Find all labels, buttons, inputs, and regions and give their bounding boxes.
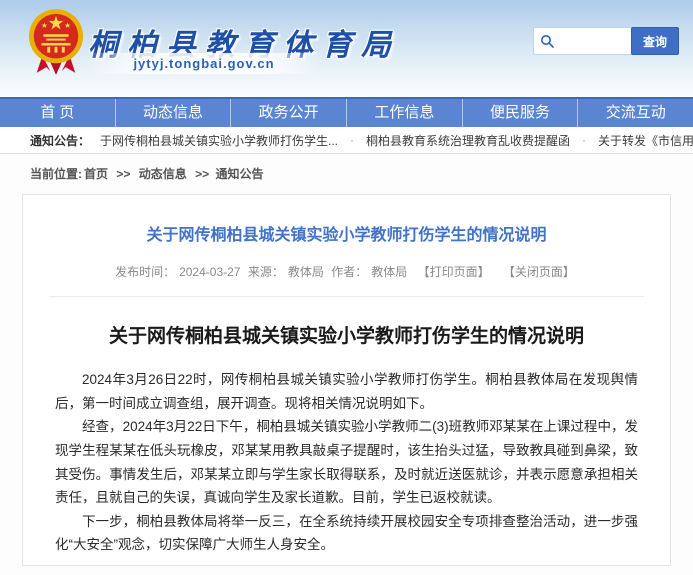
site-url: jytyj.tongbai.gov.cn bbox=[84, 53, 324, 74]
publish-time-label: 发布时间： bbox=[115, 265, 175, 279]
main-nav: 首 页 动态信息 政务公开 工作信息 便民服务 交流互动 bbox=[0, 97, 693, 127]
notice-bar: 通知公告： 于网传桐柏县城关镇实验小学教师打伤学生... · 桐柏县教育系统治理… bbox=[0, 127, 693, 154]
author-value: 教体局 bbox=[371, 265, 407, 279]
breadcrumb-separator: >> bbox=[195, 167, 209, 181]
signature-org: 桐柏县教育体育局 bbox=[55, 571, 630, 575]
notice-separator: · bbox=[582, 133, 586, 147]
author-label: 作者： bbox=[331, 265, 367, 279]
source-label: 来源： bbox=[248, 265, 284, 279]
breadcrumb-current: 通知公告 bbox=[215, 167, 263, 181]
nav-item-gov-affairs[interactable]: 政务公开 bbox=[231, 99, 347, 127]
source-value: 教体局 bbox=[288, 265, 324, 279]
emblem-gate bbox=[43, 34, 68, 37]
article-title: 关于网传桐柏县城关镇实验小学教师打伤学生的情况说明 bbox=[55, 321, 638, 348]
search-bar: 查询 bbox=[533, 27, 679, 55]
signature-block: 桐柏县教育体育局 2024年3月27日 bbox=[55, 571, 638, 575]
article-container: 关于网传桐柏县城关镇实验小学教师打伤学生的情况说明 发布时间： 2024-03-2… bbox=[22, 194, 671, 566]
notice-link[interactable]: 桐柏县教育系统治理教育乱收费提醒函 bbox=[366, 132, 570, 149]
search-icon bbox=[534, 34, 560, 48]
close-page-link[interactable]: 【关闭页面】 bbox=[503, 265, 575, 279]
site-header: 桐柏县教育体育局 jytyj.tongbai.gov.cn 查询 bbox=[0, 0, 693, 97]
breadcrumb-separator: >> bbox=[116, 167, 130, 181]
article-body: 2024年3月26日22时，网传桐柏县城关镇实验小学教师打伤学生。桐柏县教体局在… bbox=[55, 368, 638, 557]
nav-item-work-info[interactable]: 工作信息 bbox=[347, 99, 463, 127]
article-meta: 发布时间： 2024-03-27 来源： 教体局 作者： 教体局 【打印页面】 【关闭… bbox=[55, 263, 638, 280]
article-page-title: 关于网传桐柏县城关镇实验小学教师打伤学生的情况说明 bbox=[55, 221, 638, 245]
search-input[interactable] bbox=[560, 29, 631, 53]
breadcrumb-prefix: 当前位置: bbox=[30, 167, 82, 181]
notice-separator: · bbox=[350, 133, 354, 147]
notice-link[interactable]: 关于转发《市信用办关于开展南阳市第二批信... bbox=[598, 132, 693, 149]
breadcrumb-home[interactable]: 首页 bbox=[84, 167, 108, 181]
nav-item-interaction[interactable]: 交流互动 bbox=[578, 99, 693, 127]
notice-label: 通知公告： bbox=[30, 132, 90, 149]
breadcrumb-section[interactable]: 动态信息 bbox=[139, 167, 187, 181]
meta-divider bbox=[49, 296, 644, 297]
notice-link[interactable]: 于网传桐柏县城关镇实验小学教师打伤学生... bbox=[100, 132, 338, 149]
search-button[interactable]: 查询 bbox=[631, 27, 679, 55]
breadcrumb: 当前位置:首页 >> 动态信息 >> 通知公告 bbox=[30, 165, 693, 182]
national-emblem-icon bbox=[27, 7, 85, 77]
article-paragraph: 经查，2024年3月22日下午，桐柏县城关镇实验小学教师二(3)班教师邓某某在上… bbox=[55, 415, 638, 510]
nav-item-home[interactable]: 首 页 bbox=[0, 99, 116, 127]
article-paragraph: 2024年3月26日22时，网传桐柏县城关镇实验小学教师打伤学生。桐柏县教体局在… bbox=[55, 368, 638, 415]
page: 桐柏县教育体育局 jytyj.tongbai.gov.cn 查询 首 页 动态信… bbox=[0, 0, 693, 566]
publish-time-value: 2024-03-27 bbox=[179, 265, 240, 279]
print-page-link[interactable]: 【打印页面】 bbox=[418, 265, 490, 279]
nav-item-news[interactable]: 动态信息 bbox=[116, 99, 232, 127]
nav-item-public-services[interactable]: 便民服务 bbox=[463, 99, 579, 127]
article-paragraph: 下一步，桐柏县教体局将举一反三，在全系统持续开展校园安全专项排查整治活动，进一步… bbox=[55, 510, 638, 557]
